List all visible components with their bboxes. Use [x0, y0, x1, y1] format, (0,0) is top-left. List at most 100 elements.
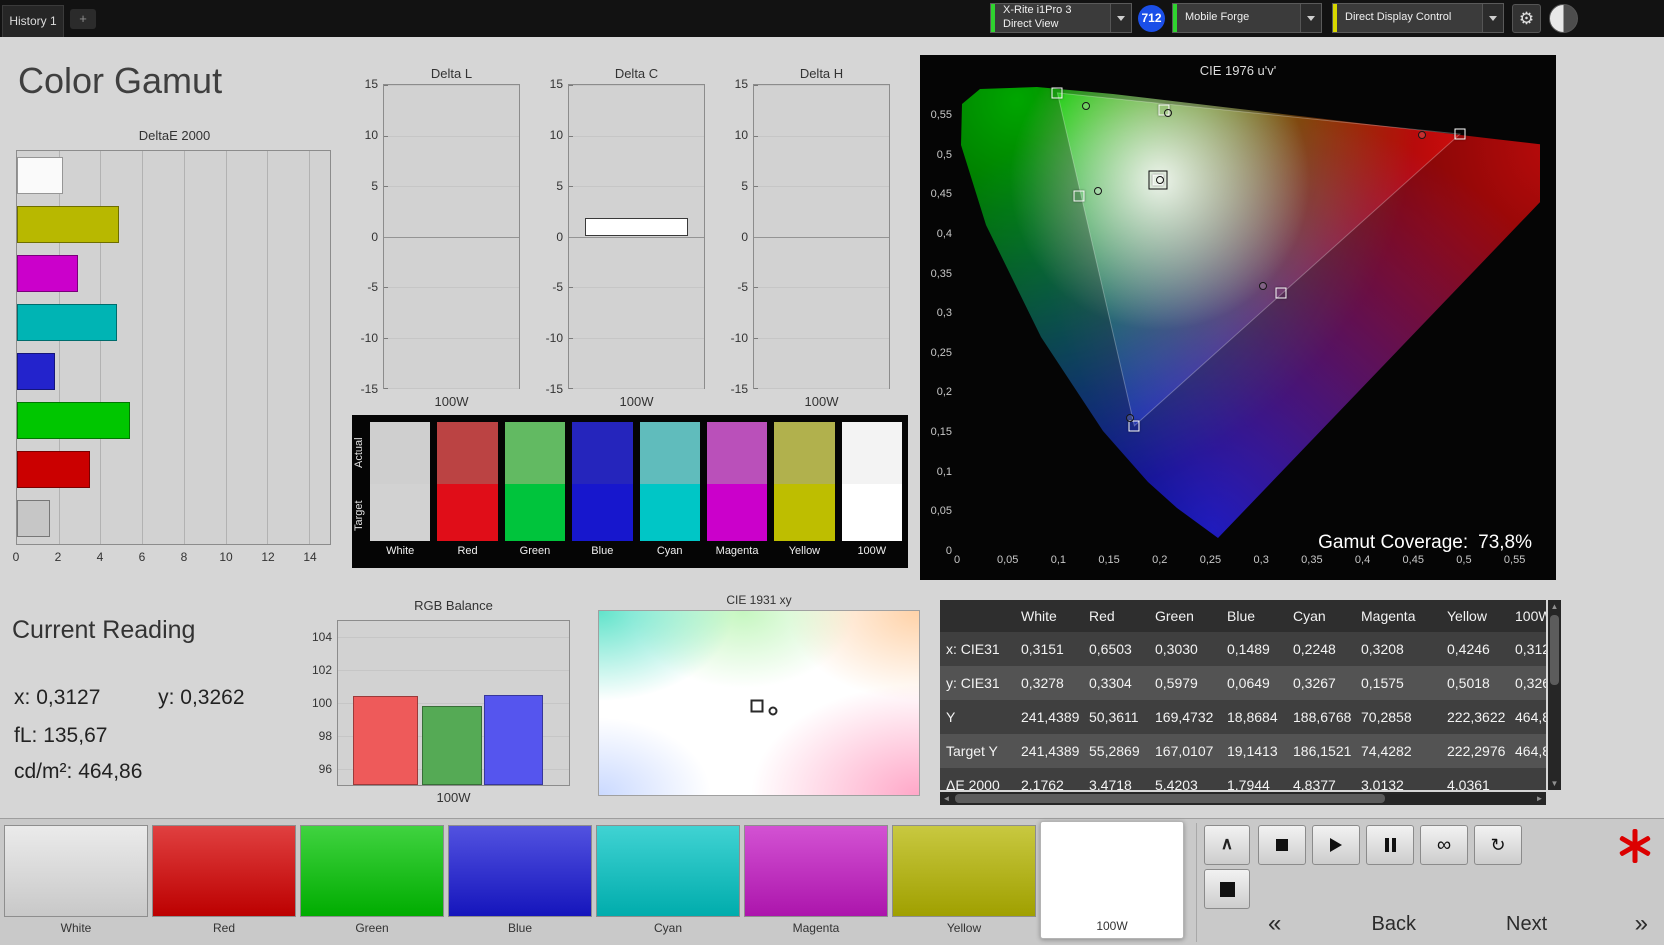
swatch-column-cyan: Cyan: [639, 422, 700, 564]
delta_c-y-tick-label: -5: [552, 280, 563, 295]
delta-l-x-label: 100W: [434, 394, 469, 409]
source-dropdown[interactable]: Mobile Forge: [1172, 3, 1322, 33]
swatch-target: [504, 484, 566, 541]
loop-button[interactable]: ↻: [1474, 825, 1522, 865]
tick-mark: [384, 135, 388, 137]
pause-button[interactable]: [1366, 825, 1414, 865]
delta_l-y-tick-label: 0: [371, 229, 378, 244]
scroll-right-icon[interactable]: ►: [1533, 792, 1546, 805]
patch-100w-selected[interactable]: 100W: [1040, 821, 1184, 939]
rgb-y-tick-label: 104: [311, 629, 332, 644]
patch-green[interactable]: [300, 825, 444, 917]
cie-measured-marker-green: [1081, 101, 1090, 110]
fl-value: 135,67: [43, 724, 108, 747]
rgb-balance-chart: RGB Balance 104 102 100 98 96 100W: [311, 598, 571, 812]
add-tab-button[interactable]: +: [70, 9, 96, 29]
cdm2-label: cd/m²:: [14, 760, 73, 783]
table-cell: 222,2976: [1447, 743, 1506, 759]
patch-red[interactable]: [152, 825, 296, 917]
bottom-bar: White Red Green Blue Cyan Magenta Yellow 100W ∧…: [0, 818, 1664, 945]
table-cell: 186,1521: [1293, 743, 1352, 759]
swatch-target: [572, 484, 633, 541]
display-control-dropdown[interactable]: Direct Display Control: [1332, 3, 1504, 33]
tick-mark: [569, 337, 573, 339]
table-header-cell: [940, 600, 1015, 632]
patch-label: Blue: [507, 921, 533, 935]
rgb-y-tick-label: 96: [318, 762, 332, 777]
stop-icon: [1276, 839, 1288, 851]
play-button[interactable]: [1312, 825, 1360, 865]
swatch-column-red: Red: [437, 422, 498, 564]
tick-mark: [384, 186, 388, 187]
deltae2000-chart: DeltaE 2000 0 2 4 6 8 10 12 14: [13, 128, 333, 570]
table-horizontal-scrollbar[interactable]: ◄ ►: [940, 792, 1546, 805]
table-cell: 74,4282: [1361, 743, 1412, 759]
delta_h-y-tick-label: -5: [737, 280, 748, 295]
deltae-x-tick-label: 2: [54, 550, 62, 564]
patch-list-up-button[interactable]: ∧: [1204, 825, 1250, 865]
table-cell: 0,1489: [1227, 641, 1270, 657]
table-cell: 464,8600: [1515, 743, 1546, 759]
rgb-bar-green: [422, 706, 482, 785]
next-button[interactable]: Next »: [1496, 907, 1658, 941]
settings-button[interactable]: ⚙: [1512, 4, 1541, 33]
gridline: [384, 337, 519, 339]
delta-c-chart: Delta C 15 10 5 0 -5 -10 -15 100W: [538, 66, 708, 416]
scroll-left-icon[interactable]: ◄: [940, 792, 953, 805]
cie-y-tick-label: 0,35: [930, 267, 952, 280]
tick-mark: [384, 287, 388, 288]
delta-c-x-label: 100W: [619, 394, 654, 409]
table-cell: 0,5979: [1155, 675, 1198, 691]
patch-magenta[interactable]: [744, 825, 888, 917]
swatch-label: Blue: [591, 545, 614, 557]
meter-status-badge[interactable]: 712: [1138, 5, 1165, 32]
delta-c-chart-title: Delta C: [614, 66, 659, 81]
patch-white[interactable]: [4, 825, 148, 917]
page-title: Color Gamut: [18, 60, 223, 101]
table-cell: 0,3127: [1515, 641, 1546, 657]
patch-yellow[interactable]: [892, 825, 1036, 917]
patch-window-button[interactable]: [1204, 869, 1250, 909]
zero-line: [384, 236, 519, 238]
delta-h-chart: Delta H 15 10 5 0 -5 -10 -15 100W: [723, 66, 893, 416]
horizontal-scrollbar-thumb[interactable]: [955, 794, 1385, 803]
vertical-scrollbar-thumb[interactable]: [1550, 615, 1559, 685]
meter-dropdown[interactable]: X-Rite i1Pro 3 Direct View: [990, 3, 1132, 33]
status-circle-button[interactable]: [1549, 4, 1578, 33]
patch-label: White: [60, 921, 92, 935]
swatch-column-magenta: Magenta: [706, 422, 768, 564]
tick-mark: [569, 388, 573, 389]
delta_h-y-tick-label: -15: [730, 382, 748, 396]
gridline: [384, 388, 519, 389]
deltae-bar-magenta: [17, 255, 78, 292]
delta-h-y-axis: 15 10 5 0 -5 -10 -15: [723, 77, 750, 396]
history-tab[interactable]: History 1: [2, 5, 64, 37]
table-row-label: x: CIE31: [946, 641, 1000, 657]
table-vertical-scrollbar[interactable]: ▲ ▼: [1548, 600, 1561, 790]
stop-button[interactable]: [1258, 825, 1306, 865]
table-header-cell: Blue: [1227, 608, 1256, 624]
cie-y-tick-label: 0,1: [936, 465, 952, 478]
patch-blue[interactable]: [448, 825, 592, 917]
table-cell: 241,4389: [1021, 743, 1080, 759]
back-button[interactable]: « Back: [1258, 907, 1426, 941]
delta_l-y-tick-label: 10: [364, 127, 378, 142]
meter-dropdown-arrow[interactable]: [1110, 4, 1131, 32]
display-control-dropdown-arrow[interactable]: [1482, 4, 1503, 32]
swatch-target: [841, 484, 902, 541]
scroll-up-icon[interactable]: ▲: [1548, 600, 1561, 613]
swatch-target: [437, 484, 498, 541]
swatch-target: [639, 484, 700, 541]
table-row-label: ΔE 2000: [946, 777, 1000, 790]
zero-line: [569, 236, 704, 238]
patch-cyan[interactable]: [596, 825, 740, 917]
deltae-gridline: [142, 151, 144, 544]
swatch-actual: [774, 422, 835, 484]
tick-mark: [569, 85, 573, 86]
swatch-column-green: Green: [504, 422, 566, 564]
cie1976-y-axis: 0 0,05 0,1 0,15 0,2 0,25 0,3 0,35 0,4 0,45 0,5 0,55: [922, 85, 954, 557]
source-dropdown-arrow[interactable]: [1300, 4, 1321, 32]
delta_l-y-tick-label: -5: [367, 280, 378, 295]
scroll-down-icon[interactable]: ▼: [1548, 777, 1561, 790]
continuous-read-button[interactable]: ∞: [1420, 825, 1468, 865]
